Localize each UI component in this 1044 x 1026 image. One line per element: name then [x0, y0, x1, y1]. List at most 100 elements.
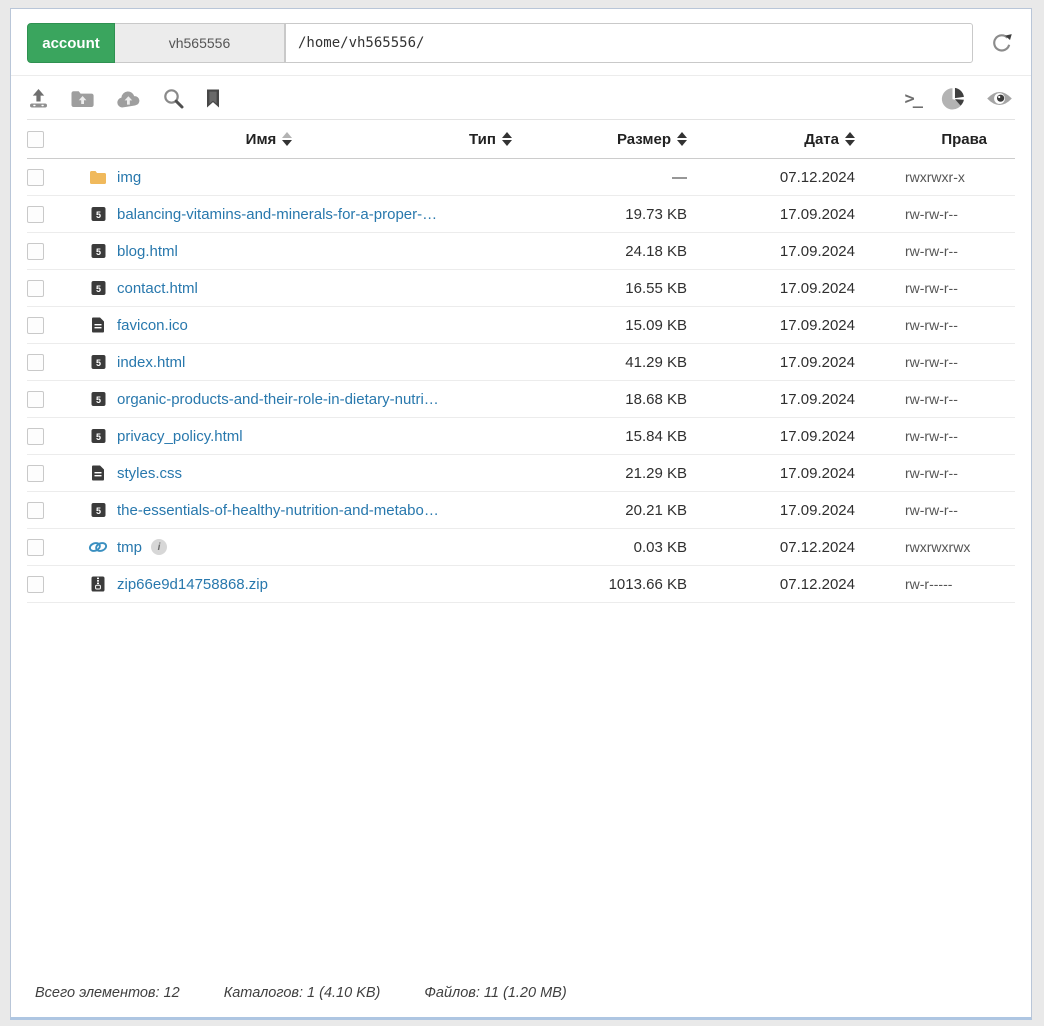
row-checkbox[interactable]	[27, 539, 44, 556]
file-perms: rw-rw-r--	[875, 428, 1015, 444]
file-link[interactable]: the-essentials-of-healthy-nutrition-and-…	[117, 502, 439, 519]
toolbar: >_	[11, 76, 1031, 119]
file-date: 07.12.2024	[707, 539, 875, 556]
table-row: styles.css 21.29 KB 17.09.2024 rw-rw-r--	[27, 455, 1015, 492]
file-date: 17.09.2024	[707, 280, 875, 297]
table-row: 5 blog.html 24.18 KB 17.09.2024 rw-rw-r-…	[27, 233, 1015, 270]
file-link[interactable]: zip66e9d14758868.zip	[117, 576, 268, 593]
svg-text:5: 5	[95, 432, 100, 442]
row-checkbox[interactable]	[27, 502, 44, 519]
file-size: 41.29 KB	[557, 354, 707, 371]
symlink-icon	[88, 540, 108, 554]
column-header-date[interactable]: Дата	[707, 131, 875, 148]
toolbar-right: >_	[905, 86, 1013, 111]
file-table: Имя Тип Размер Дата	[27, 119, 1015, 603]
file-perms: rw-rw-r--	[875, 502, 1015, 518]
path-input[interactable]	[285, 23, 973, 63]
row-checkbox[interactable]	[27, 169, 44, 186]
row-checkbox[interactable]	[27, 206, 44, 223]
file-perms: rw-rw-r--	[875, 280, 1015, 296]
table-row: img — 07.12.2024 rwxrwxr-x	[27, 159, 1015, 196]
file-size: 24.18 KB	[557, 243, 707, 260]
search-icon[interactable]	[162, 87, 185, 110]
info-icon[interactable]: i	[151, 539, 167, 555]
row-checkbox[interactable]	[27, 280, 44, 297]
account-button[interactable]: account	[27, 23, 115, 63]
row-checkbox[interactable]	[27, 465, 44, 482]
file-manager-panel: account	[10, 8, 1032, 1020]
file-size: 20.21 KB	[557, 502, 707, 519]
column-header-date-label: Дата	[804, 131, 839, 148]
eye-icon[interactable]	[986, 90, 1013, 107]
sort-icon	[845, 132, 855, 146]
file-date: 17.09.2024	[707, 243, 875, 260]
file-link[interactable]: blog.html	[117, 243, 178, 260]
refresh-icon[interactable]	[989, 30, 1015, 56]
file-link[interactable]: styles.css	[117, 465, 182, 482]
username-field[interactable]	[115, 23, 285, 63]
file-link[interactable]: organic-products-and-their-role-in-dieta…	[117, 391, 439, 408]
row-checkbox[interactable]	[27, 354, 44, 371]
column-header-type[interactable]: Тип	[469, 131, 557, 148]
sort-icon	[502, 132, 512, 146]
file-link[interactable]: privacy_policy.html	[117, 428, 243, 445]
svg-text:5: 5	[95, 210, 100, 220]
row-checkbox[interactable]	[27, 317, 44, 334]
toolbar-left	[27, 87, 221, 110]
cloud-upload-icon[interactable]	[115, 89, 142, 109]
status-bar: Всего элементов: 12 Каталогов: 1 (4.10 K…	[11, 985, 1031, 1017]
svg-text:5: 5	[95, 358, 100, 368]
bookmark-icon[interactable]	[205, 88, 221, 109]
table-row: 5 index.html 41.29 KB 17.09.2024 rw-rw-r…	[27, 344, 1015, 381]
file-perms: rw-rw-r--	[875, 465, 1015, 481]
file-link[interactable]: favicon.ico	[117, 317, 188, 334]
svg-text:5: 5	[95, 506, 100, 516]
html-file-icon: 5	[88, 428, 108, 444]
terminal-icon[interactable]: >_	[905, 89, 921, 109]
column-header-size[interactable]: Размер	[557, 131, 707, 148]
upload-icon[interactable]	[27, 87, 50, 110]
file-link[interactable]: contact.html	[117, 280, 198, 297]
row-checkbox[interactable]	[27, 576, 44, 593]
file-date: 17.09.2024	[707, 428, 875, 445]
file-date: 17.09.2024	[707, 391, 875, 408]
html-file-icon: 5	[88, 354, 108, 370]
directories-count-text: Каталогов: 1 (4.10 KB)	[224, 985, 381, 1001]
topbar: account	[11, 9, 1031, 76]
row-checkbox[interactable]	[27, 243, 44, 260]
folder-upload-icon[interactable]	[70, 89, 95, 109]
file-link[interactable]: tmp	[117, 539, 142, 556]
table-row: 5 contact.html 16.55 KB 17.09.2024 rw-rw…	[27, 270, 1015, 307]
row-checkbox[interactable]	[27, 391, 44, 408]
column-header-name-label: Имя	[246, 131, 277, 148]
file-date: 17.09.2024	[707, 354, 875, 371]
file-link[interactable]: index.html	[117, 354, 185, 371]
select-all-checkbox[interactable]	[27, 131, 44, 148]
svg-text:5: 5	[95, 395, 100, 405]
files-count-text: Файлов: 11 (1.20 MB)	[424, 985, 566, 1001]
file-icon	[88, 317, 108, 333]
pie-chart-icon[interactable]	[941, 86, 966, 111]
row-checkbox[interactable]	[27, 428, 44, 445]
column-header-name[interactable]: Имя	[69, 131, 469, 148]
file-link[interactable]: balancing-vitamins-and-minerals-for-a-pr…	[117, 206, 437, 223]
file-date: 17.09.2024	[707, 206, 875, 223]
folder-icon	[88, 170, 108, 185]
empty-area	[11, 603, 1031, 985]
file-size: 19.73 KB	[557, 206, 707, 223]
sort-icon	[282, 132, 292, 146]
file-icon	[88, 465, 108, 481]
html-file-icon: 5	[88, 502, 108, 518]
html-file-icon: 5	[88, 206, 108, 222]
location-input-group: account	[27, 23, 973, 63]
file-perms: rwxrwxrwx	[875, 539, 1015, 555]
file-link[interactable]: img	[117, 169, 141, 186]
table-row: 5 organic-products-and-their-role-in-die…	[27, 381, 1015, 418]
file-date: 17.09.2024	[707, 502, 875, 519]
total-items-text: Всего элементов: 12	[35, 985, 180, 1001]
zip-file-icon	[88, 576, 108, 592]
file-perms: rwxrwxr-x	[875, 169, 1015, 185]
column-header-perms: Права	[875, 131, 1015, 148]
file-perms: rw-rw-r--	[875, 206, 1015, 222]
file-date: 17.09.2024	[707, 317, 875, 334]
